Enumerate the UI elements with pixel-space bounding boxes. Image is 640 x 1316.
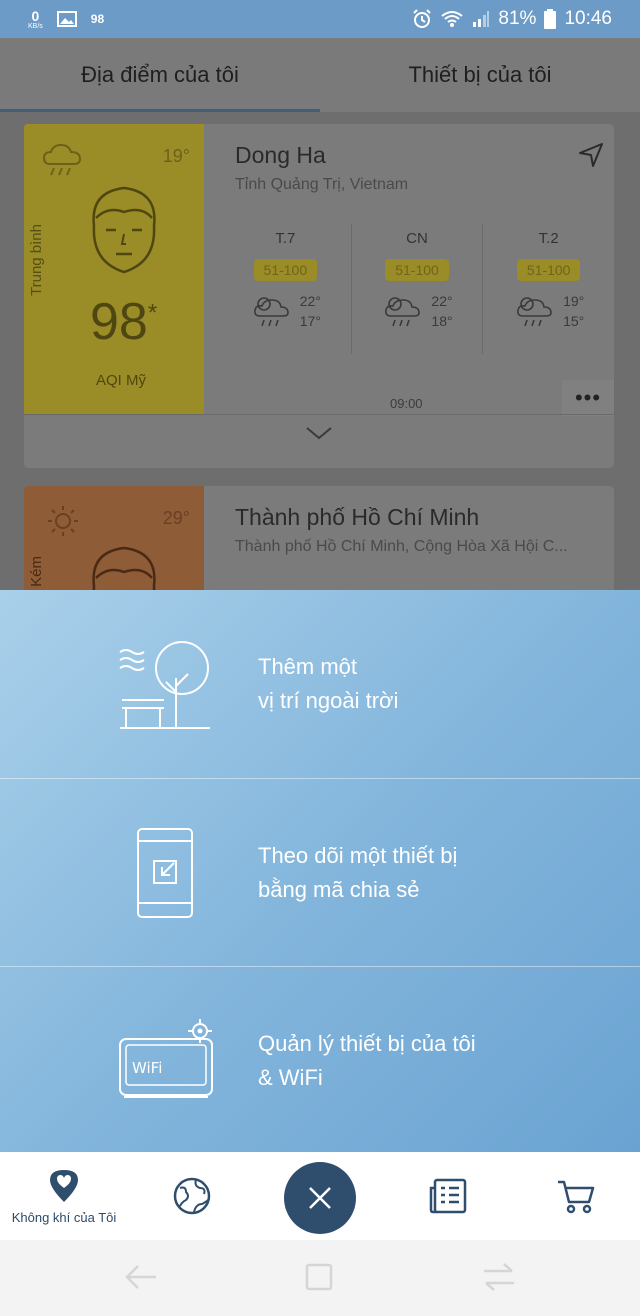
option-title: Thêm một [258, 654, 358, 679]
current-temp: 19° [162, 146, 190, 166]
option-title: Theo dõi một thiết bị [258, 842, 458, 868]
forecast-row: T.7 51-100 22° 17° CN 51-100 22° 18° T.2… [220, 224, 614, 354]
locations-list: 19° Trung bình 98* AQI Mỹ Dong Ha Tỉnh Q… [0, 112, 640, 590]
rain-cloud-icon [385, 297, 421, 327]
location-card[interactable]: 19° Trung bình 98* AQI Mỹ Dong Ha Tỉnh Q… [24, 124, 614, 468]
close-icon [309, 1187, 331, 1209]
nav-news[interactable] [404, 1152, 492, 1240]
add-action-sheet: Thêm một vị trí ngoài trời Theo dõi một … [0, 590, 640, 1152]
back-arrow-icon[interactable] [124, 1262, 158, 1292]
battery-icon [544, 9, 557, 29]
bottom-navigation: Không khí của Tôi [0, 1152, 640, 1240]
nav-my-air-label: Không khí của Tôi [11, 1209, 117, 1225]
add-outdoor-location-option[interactable]: Thêm một vị trí ngoài trời [0, 590, 640, 778]
phone-share-icon [137, 827, 193, 918]
manage-devices-wifi-option[interactable]: WiFi Quản lý thiết bị của tôi & WiFi [0, 966, 640, 1154]
face-icon [92, 546, 156, 590]
aqi-range-badge: 51-100 [253, 259, 318, 281]
rain-cloud-icon [253, 297, 289, 327]
sun-icon [48, 506, 78, 536]
aqi-panel: 19° Trung bình 98* AQI Mỹ [24, 124, 204, 414]
gallery-icon [56, 11, 77, 27]
chevron-down-icon[interactable] [304, 424, 334, 442]
face-icon [92, 186, 156, 274]
notification-count: 98 [90, 12, 105, 26]
battery-percent: 81% [498, 8, 537, 29]
aqi-level-label: Kém [28, 556, 45, 587]
location-card[interactable]: 29° Kém Thành phố Hồ Chí Minh Thành phố … [24, 486, 614, 590]
rain-cloud-icon [517, 297, 552, 327]
wifi-device-label: WiFi [132, 1059, 162, 1077]
city-name: Dong Ha [235, 142, 326, 168]
option-title: Quản lý thiết bị của tôi [258, 1030, 476, 1056]
navigation-arrow-icon [579, 143, 603, 167]
option-subtitle: vị trí ngoài trời [258, 688, 399, 713]
nav-my-air[interactable]: Không khí của Tôi [0, 1152, 128, 1240]
divider [24, 414, 614, 415]
current-temp: 29° [162, 508, 190, 528]
close-sheet-button[interactable] [284, 1162, 356, 1234]
region-name: Thành phố Hồ Chí Minh, Cộng Hòa Xã Hội C… [235, 538, 568, 555]
network-speed: 0 KB/s [28, 7, 43, 30]
option-subtitle: & WiFi [258, 1064, 323, 1090]
system-navigation-bar [0, 1240, 640, 1316]
nav-shop[interactable] [532, 1152, 620, 1240]
wifi-icon [441, 11, 464, 27]
aqi-range-badge: 51-100 [385, 259, 449, 281]
shopping-cart-icon [558, 1180, 595, 1214]
status-bar: 0 KB/s 98 81% 10:46 [0, 0, 640, 38]
heart-location-icon [50, 1169, 78, 1202]
park-bench-tree-icon [119, 641, 210, 729]
wifi-device-settings-icon: WiFi [119, 1018, 213, 1098]
region-name: Tỉnh Quảng Trị, Vietnam [235, 176, 409, 193]
forecast-day: CN 51-100 22° 18° [350, 224, 483, 354]
aqi-level-label: Trung bình [28, 224, 45, 296]
rain-cloud-icon [42, 143, 82, 176]
tab-my-devices[interactable]: Thiết bị của tôi [320, 38, 640, 112]
globe-icon [173, 1177, 211, 1215]
aqi-panel: 29° Kém [24, 486, 204, 590]
tab-bar: Địa điểm của tôi Thiết bị của tôi [0, 38, 640, 112]
recent-apps-icon[interactable] [482, 1262, 516, 1292]
update-time: 09:00 [390, 396, 423, 411]
nav-map[interactable] [148, 1152, 236, 1240]
aqi-standard: AQI Mỹ [96, 372, 147, 389]
signal-icon [473, 11, 490, 27]
news-icon [429, 1178, 467, 1214]
tab-my-locations[interactable]: Địa điểm của tôi [0, 38, 320, 112]
option-subtitle: bằng mã chia sẻ [258, 876, 420, 902]
follow-device-by-code-option[interactable]: Theo dõi một thiết bị bằng mã chia sẻ [0, 778, 640, 966]
home-square-icon[interactable] [304, 1262, 334, 1292]
aqi-value: 98* [90, 293, 158, 351]
clock: 10:46 [564, 8, 612, 29]
alarm-icon [413, 9, 432, 28]
aqi-range-badge: 51-100 [516, 259, 581, 281]
forecast-day: T.2 51-100 19° 15° [482, 224, 614, 354]
forecast-day: T.7 51-100 22° 17° [220, 224, 351, 354]
more-options-button[interactable]: ••• [562, 380, 614, 416]
city-name: Thành phố Hồ Chí Minh [235, 504, 480, 530]
